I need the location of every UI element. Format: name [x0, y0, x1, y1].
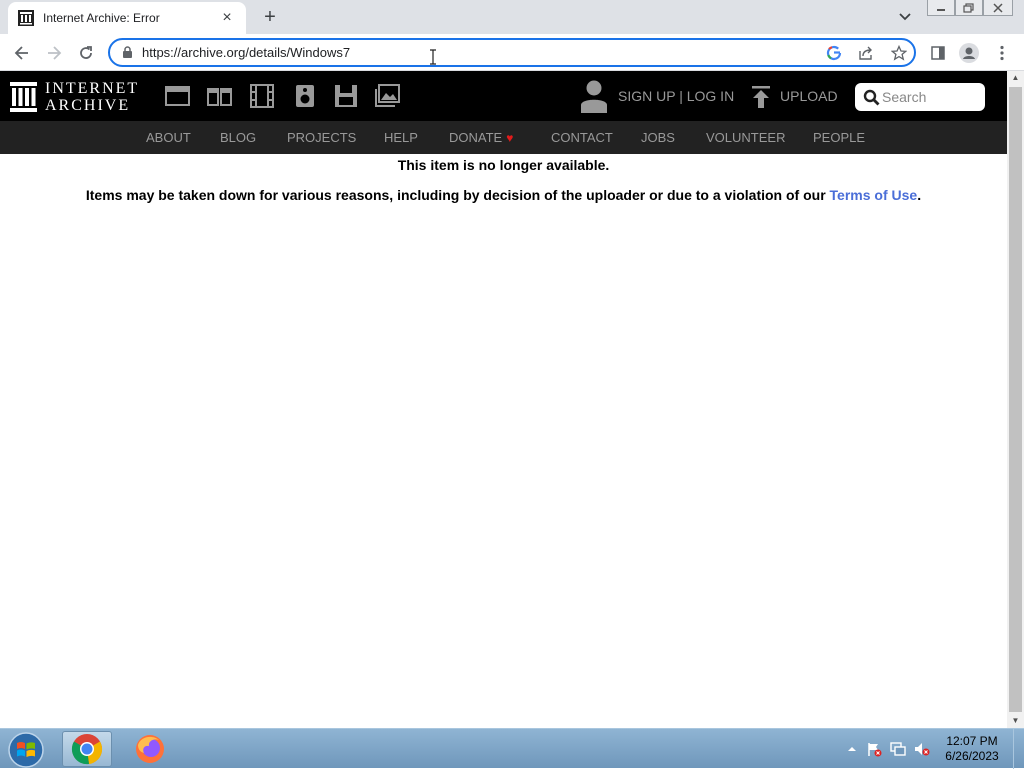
search-icon[interactable]	[863, 89, 880, 111]
clock-time: 12:07 PM	[946, 734, 998, 748]
nav-donate[interactable]: DONATE ♥	[449, 130, 513, 145]
error-end-punct: .	[917, 187, 922, 203]
volume-muted-icon[interactable]	[914, 741, 930, 757]
show-desktop-button[interactable]	[1013, 729, 1024, 769]
google-icon[interactable]	[826, 45, 842, 61]
archive-favicon-icon	[18, 10, 34, 26]
forward-button[interactable]	[43, 42, 65, 64]
ia-logo[interactable]: INTERNET ARCHIVE	[10, 80, 139, 114]
audio-icon[interactable]	[292, 84, 318, 108]
nav-blog[interactable]: BLOG	[220, 130, 256, 145]
nav-jobs[interactable]: JOBS	[641, 130, 675, 145]
page-scrollbar[interactable]: ▲ ▼	[1007, 71, 1024, 728]
share-icon[interactable]	[858, 45, 874, 61]
taskbar-clock[interactable]: 12:07 PM 6/26/2023	[936, 734, 1008, 764]
bookmark-star-icon[interactable]	[890, 44, 908, 61]
action-center-flag-icon[interactable]	[866, 741, 882, 757]
nav-donate-label: DONATE	[449, 130, 503, 145]
nav-people[interactable]: PEOPLE	[813, 130, 865, 145]
menu-kebab-icon[interactable]	[991, 42, 1013, 64]
upload-link[interactable]: UPLOAD	[780, 88, 838, 104]
signup-login-link[interactable]: SIGN UP | LOG IN	[618, 88, 734, 104]
software-icon[interactable]	[333, 84, 359, 108]
tab-search-chevron-icon[interactable]	[896, 8, 914, 26]
ia-header: INTERNET ARCHIVE SIGN UP | LOG IN UPLOAD	[0, 71, 1007, 121]
images-icon[interactable]	[375, 84, 401, 108]
back-button[interactable]	[11, 42, 33, 64]
start-button[interactable]	[2, 730, 48, 768]
heart-icon: ♥	[506, 131, 514, 145]
user-avatar-icon[interactable]	[579, 79, 609, 118]
windows-taskbar: 12:07 PM 6/26/2023	[0, 728, 1024, 769]
search-input[interactable]	[882, 88, 980, 106]
terms-of-use-link[interactable]: Terms of Use	[830, 187, 918, 203]
error-description: Items may be taken down for various reas…	[0, 187, 1007, 203]
side-panel-icon[interactable]	[927, 42, 949, 64]
nav-volunteer[interactable]: VOLUNTEER	[706, 130, 785, 145]
scroll-thumb[interactable]	[1009, 87, 1022, 712]
close-window-button[interactable]	[983, 0, 1013, 16]
reload-button[interactable]	[75, 42, 97, 64]
scroll-up-arrow-icon[interactable]: ▲	[1007, 71, 1024, 85]
web-icon[interactable]	[165, 84, 191, 108]
texts-icon[interactable]	[207, 84, 233, 108]
url-text[interactable]: https://archive.org/details/Windows7	[142, 45, 350, 60]
restore-button[interactable]	[955, 0, 983, 16]
tab-close-icon[interactable]: ×	[218, 10, 236, 26]
ia-search-box[interactable]	[855, 83, 985, 111]
address-bar[interactable]: https://archive.org/details/Windows7	[108, 38, 916, 67]
profile-avatar-icon[interactable]	[958, 42, 980, 64]
nav-projects[interactable]: PROJECTS	[287, 130, 356, 145]
show-hidden-icons-icon[interactable]	[844, 741, 860, 757]
clock-date: 6/26/2023	[945, 749, 999, 763]
logo-line1: INTERNET	[45, 80, 140, 97]
ia-nav-bar: ABOUT BLOG PROJECTS HELP DONATE ♥ CONTACT…	[0, 121, 1007, 154]
error-body-text: Items may be taken down for various reas…	[85, 187, 830, 203]
lock-icon[interactable]	[122, 46, 133, 64]
video-icon[interactable]	[249, 84, 275, 108]
tab-strip: Internet Archive: Error × +	[0, 0, 1024, 34]
new-tab-button[interactable]: +	[258, 5, 282, 29]
minimize-button[interactable]	[927, 0, 955, 16]
error-title: This item is no longer available.	[397, 157, 610, 173]
network-icon[interactable]	[890, 741, 906, 757]
taskbar-chrome-icon[interactable]	[62, 731, 112, 767]
text-cursor-icon	[429, 49, 437, 65]
nav-help[interactable]: HELP	[384, 130, 418, 145]
upload-icon[interactable]	[751, 85, 771, 114]
archive-building-icon	[10, 82, 37, 112]
scroll-down-arrow-icon[interactable]: ▼	[1007, 714, 1024, 728]
nav-about[interactable]: ABOUT	[146, 130, 191, 145]
tab-title: Internet Archive: Error	[43, 11, 160, 25]
logo-line2: ARCHIVE	[45, 97, 131, 114]
browser-toolbar: https://archive.org/details/Windows7	[0, 34, 1024, 71]
browser-tab[interactable]: Internet Archive: Error ×	[8, 2, 246, 34]
taskbar-firefox-icon[interactable]	[125, 731, 175, 767]
nav-contact[interactable]: CONTACT	[551, 130, 613, 145]
